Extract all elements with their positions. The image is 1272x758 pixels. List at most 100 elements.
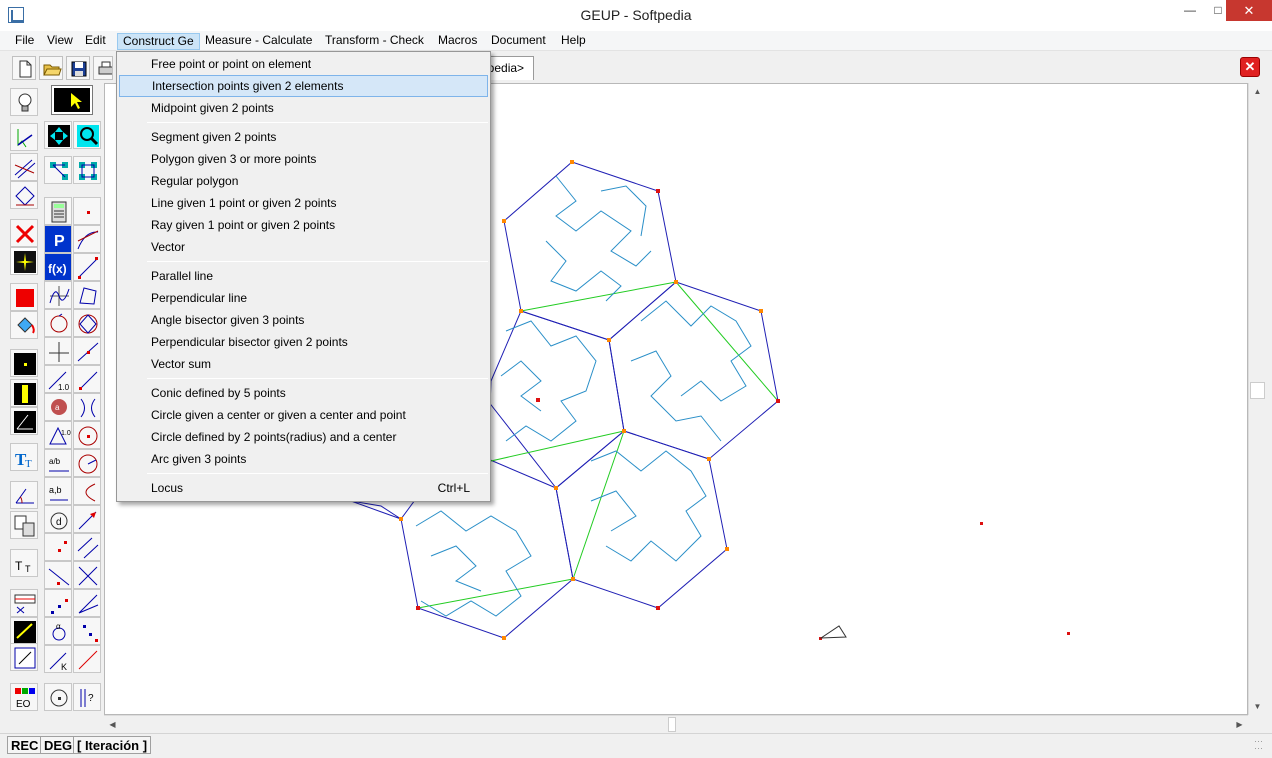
menu-vector[interactable]: Vector xyxy=(117,236,490,258)
menu-polygon[interactable]: Polygon given 3 or more points xyxy=(117,148,490,170)
curve-tangent-icon[interactable] xyxy=(73,225,101,253)
menu-locus[interactable]: Locus Ctrl+L xyxy=(117,477,490,499)
dotted-line-icon[interactable] xyxy=(73,617,101,645)
fit-view-icon[interactable] xyxy=(44,121,72,149)
delete-icon[interactable] xyxy=(10,219,38,247)
calculator-icon[interactable] xyxy=(44,197,72,225)
text-style-icon[interactable]: TT xyxy=(10,443,38,471)
scroll-right-icon[interactable]: ▶ xyxy=(1231,716,1248,733)
reflect-icon[interactable] xyxy=(73,393,101,421)
parameter-p-icon[interactable]: P xyxy=(44,225,72,253)
save-icon[interactable] xyxy=(66,56,90,80)
zoom-icon[interactable] xyxy=(73,121,101,149)
close-icon[interactable]: ✕ xyxy=(1226,0,1272,21)
menu-view[interactable]: View xyxy=(42,33,78,50)
menu-measure-calculate[interactable]: Measure - Calculate xyxy=(200,33,317,50)
menu-circle-center-point[interactable]: Circle given a center or given a center … xyxy=(117,404,490,426)
angle-d-icon[interactable]: d xyxy=(44,505,72,533)
menu-help[interactable]: Help xyxy=(556,33,591,50)
measure-1-0-icon[interactable]: 1.0 xyxy=(44,365,72,393)
ray-icon[interactable] xyxy=(73,365,101,393)
menu-file[interactable]: File xyxy=(10,33,39,50)
pointer-construct-icon[interactable] xyxy=(10,123,38,151)
line-through-point-icon[interactable] xyxy=(44,561,72,589)
highlight-icon[interactable] xyxy=(10,247,38,275)
menu-perpendicular-line[interactable]: Perpendicular line xyxy=(117,287,490,309)
rotation-icon[interactable]: α xyxy=(44,617,72,645)
vertical-scroll-thumb[interactable] xyxy=(1250,382,1265,399)
menu-conic[interactable]: Conic defined by 5 points xyxy=(117,382,490,404)
dots-icon[interactable] xyxy=(44,533,72,561)
help-check-icon[interactable]: ? xyxy=(73,683,101,711)
function-fx-icon[interactable]: f(x) xyxy=(44,253,72,281)
graph-plot-icon[interactable] xyxy=(44,281,72,309)
menu-ray[interactable]: Ray given 1 point or given 2 points xyxy=(117,214,490,236)
point-size-icon[interactable] xyxy=(10,349,38,377)
menu-angle-bisector[interactable]: Angle bisector given 3 points xyxy=(117,309,490,331)
ratio-b-icon[interactable]: a,b xyxy=(44,477,72,505)
horizontal-scrollbar[interactable]: ◀ ▶ xyxy=(104,715,1248,732)
minimize-icon[interactable]: — xyxy=(1176,0,1204,21)
horizontal-scroll-thumb[interactable] xyxy=(668,717,676,732)
vertical-scrollbar[interactable]: ▲ ▼ xyxy=(1248,83,1265,715)
polygon-icon[interactable] xyxy=(73,281,101,309)
perpendicular-icon[interactable] xyxy=(44,337,72,365)
menu-parallel-line[interactable]: Parallel line xyxy=(117,265,490,287)
circle-center-icon[interactable] xyxy=(73,421,101,449)
node-graph-icon[interactable] xyxy=(44,156,72,184)
menu-line[interactable]: Line given 1 point or given 2 points xyxy=(117,192,490,214)
scroll-up-icon[interactable]: ▲ xyxy=(1249,83,1266,100)
text-tool-icon[interactable]: TT xyxy=(10,549,38,577)
vector-icon[interactable] xyxy=(73,505,101,533)
arc-icon[interactable] xyxy=(73,477,101,505)
line-icon[interactable] xyxy=(73,337,101,365)
menu-midpoint[interactable]: Midpoint given 2 points xyxy=(117,97,490,119)
menu-macros[interactable]: Macros xyxy=(433,33,482,50)
scroll-left-icon[interactable]: ◀ xyxy=(104,716,121,733)
parallel-icon[interactable] xyxy=(73,533,101,561)
menu-edit[interactable]: Edit xyxy=(80,33,111,50)
table-icon[interactable] xyxy=(10,589,38,617)
record-icon[interactable]: a xyxy=(44,393,72,421)
new-document-icon[interactable] xyxy=(12,56,36,80)
menu-segment[interactable]: Segment given 2 points xyxy=(117,126,490,148)
point-icon[interactable] xyxy=(73,197,101,225)
circle-radius-icon[interactable] xyxy=(73,449,101,477)
resize-grip-icon[interactable]: ⋯ ⋯ xyxy=(1254,737,1268,753)
locus-dots-icon[interactable] xyxy=(44,589,72,617)
menu-transform-check[interactable]: Transform - Check xyxy=(320,33,429,50)
menu-intersection-points[interactable]: Intersection points given 2 elements xyxy=(119,75,488,97)
select-pointer-icon[interactable] xyxy=(51,85,93,115)
menu-regular-polygon[interactable]: Regular polygon xyxy=(117,170,490,192)
angle-style-icon[interactable] xyxy=(10,407,38,435)
copy-paste-icon[interactable] xyxy=(10,511,38,539)
menu-free-point[interactable]: Free point or point on element xyxy=(117,53,490,75)
menu-circle-radius-center[interactable]: Circle defined by 2 points(radius) and a… xyxy=(117,426,490,448)
menu-construct[interactable]: Construct Ge xyxy=(117,33,200,50)
grid-nodes-icon[interactable] xyxy=(73,156,101,184)
dilation-k-icon[interactable]: K xyxy=(44,645,72,673)
triangle-measure-icon[interactable]: 1.0 xyxy=(44,421,72,449)
lightbulb-icon[interactable] xyxy=(10,88,38,116)
menu-perpendicular-bisector[interactable]: Perpendicular bisector given 2 points xyxy=(117,331,490,353)
angle-mark-icon[interactable] xyxy=(10,481,38,509)
line-segment-icon[interactable] xyxy=(73,645,101,673)
segment-icon[interactable] xyxy=(73,253,101,281)
clock-icon[interactable] xyxy=(44,683,72,711)
menu-document[interactable]: Document xyxy=(486,33,551,50)
resize-icon[interactable] xyxy=(10,643,38,671)
ratio-icon[interactable]: a/b xyxy=(44,449,72,477)
fill-bucket-icon[interactable] xyxy=(10,311,38,339)
menu-vector-sum[interactable]: Vector sum xyxy=(117,353,490,375)
color-scheme-icon[interactable]: EO xyxy=(10,683,38,711)
scroll-down-icon[interactable]: ▼ xyxy=(1249,698,1266,715)
color-red-icon[interactable] xyxy=(10,283,38,311)
print-icon[interactable] xyxy=(93,56,113,80)
parallel-lines-icon[interactable] xyxy=(10,153,38,181)
close-document-icon[interactable]: ✕ xyxy=(1240,57,1260,77)
line-style-icon[interactable] xyxy=(10,379,38,407)
open-folder-icon[interactable] xyxy=(39,56,63,80)
circle-rotate-icon[interactable] xyxy=(44,309,72,337)
rays-fan-icon[interactable] xyxy=(73,589,101,617)
intersect-icon[interactable] xyxy=(73,561,101,589)
